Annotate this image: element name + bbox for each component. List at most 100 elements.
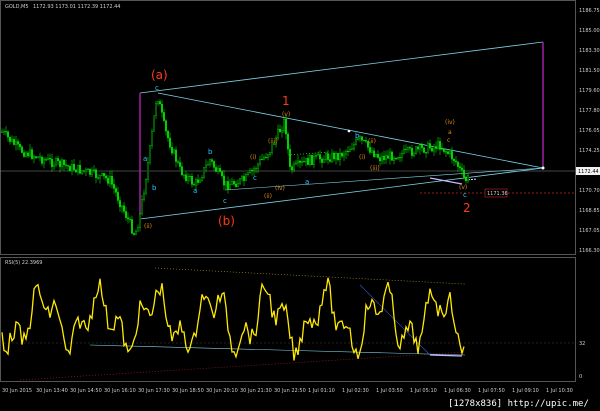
candle-body: [159, 101, 161, 105]
candle-body: [297, 160, 299, 164]
candle-body: [79, 165, 81, 174]
candle-body: [47, 158, 49, 160]
candle-body: [255, 168, 257, 170]
candle-body: [109, 176, 111, 184]
candle-body: [375, 154, 377, 157]
candle-body: [21, 146, 23, 153]
candle-body: [389, 151, 391, 159]
rsi-arrow: [429, 354, 463, 357]
candle-body: [363, 139, 365, 141]
candle-body: [439, 141, 441, 150]
candle-body: [383, 155, 385, 160]
wave-label-a-big: (a): [151, 68, 168, 82]
candle-body: [17, 141, 19, 145]
candle-body: [9, 136, 11, 142]
candle-body: [261, 159, 263, 161]
candle-body: [173, 149, 175, 154]
candle-body: [271, 143, 273, 153]
wave-label-2: 2: [463, 201, 471, 215]
wave-label-ii-b: (ii): [264, 193, 272, 200]
candle-body: [327, 153, 329, 160]
candle-body: [155, 103, 157, 116]
candle-body: [341, 152, 343, 157]
candle-body: [165, 120, 167, 132]
candle-body: [263, 156, 265, 160]
candle-body: [433, 146, 435, 152]
candle-body: [143, 192, 145, 200]
candle-body: [369, 147, 371, 153]
candle-body: [379, 157, 381, 162]
candle-body: [53, 164, 55, 167]
candle-body: [365, 140, 367, 142]
time-axis-label: 30 Jun 13:40: [36, 388, 68, 394]
price-axis-label: 1177.80: [579, 108, 600, 114]
time-axis-label: 1 Jul 10:30: [546, 388, 573, 394]
candle-body: [305, 158, 307, 163]
candle-body: [189, 176, 191, 178]
candle-body: [381, 155, 383, 162]
price-chart[interactable]: GOLD,M5 1172.93 1173.01 1172.39 1172.44 …: [0, 0, 600, 411]
candle-body: [219, 168, 221, 172]
wave-label-ii: (ii): [144, 223, 152, 230]
wave-label-c-end: c: [463, 191, 467, 199]
candlestick-series: [1, 99, 469, 236]
candle-body: [121, 205, 123, 208]
wave-label-b2: b: [208, 148, 213, 156]
candle-body: [71, 164, 73, 172]
candle-body: [425, 152, 427, 154]
wave-label-a1: a: [143, 155, 147, 163]
candle-body: [279, 128, 281, 133]
candle-body: [241, 176, 243, 179]
candle-body: [217, 168, 219, 172]
rsi-line: [1, 277, 465, 361]
candle-body: [443, 148, 445, 152]
candle-body: [317, 154, 319, 156]
watermark: [1278x836] http://upic.me/: [448, 399, 589, 409]
candle-body: [211, 159, 213, 162]
candle-body: [19, 144, 21, 148]
candle-body: [97, 177, 99, 179]
candle-body: [163, 112, 165, 121]
candle-body: [343, 153, 345, 157]
candle-body: [171, 147, 173, 154]
time-axis-label: 30 Jun 22:50: [274, 388, 306, 394]
rsi-lower-trend: [19, 351, 466, 381]
candle-body: [181, 166, 183, 176]
candle-body: [233, 181, 235, 185]
candle-body: [311, 154, 313, 165]
wave-label-c1: c: [253, 174, 257, 182]
candle-body: [99, 175, 101, 179]
candle-body: [303, 161, 305, 163]
time-axis-label: 1 Jul 06:30: [444, 388, 471, 394]
candle-body: [197, 179, 199, 183]
price-axis-label: 1181.50: [579, 68, 600, 74]
candle-body: [285, 119, 287, 135]
candle-body: [187, 176, 189, 181]
candle-body: [339, 152, 341, 161]
candle-body: [49, 158, 51, 160]
candle-body: [371, 150, 373, 153]
candle-body: [415, 146, 417, 154]
wave-label-ii-c: (ii): [368, 138, 376, 145]
price-axis-label: 1168.85: [579, 208, 600, 214]
candle-body: [399, 157, 401, 159]
candle-body: [131, 219, 133, 234]
candle-body: [209, 159, 211, 165]
candle-body: [435, 146, 437, 149]
price-axis-label: 1167.05: [579, 228, 600, 234]
candle-body: [15, 141, 17, 145]
candle-body: [147, 161, 149, 180]
wave-label-i-b: (i): [359, 154, 365, 161]
candle-body: [37, 156, 39, 159]
candle-body: [333, 152, 335, 160]
candle-body: [457, 161, 459, 167]
candle-body: [413, 153, 415, 156]
candle-body: [45, 159, 47, 161]
candle-body: [29, 149, 31, 157]
candle-body: [65, 164, 67, 166]
candle-body: [57, 158, 59, 162]
candle-body: [117, 192, 119, 201]
candle-body: [319, 154, 321, 160]
candle-body: [115, 188, 117, 193]
candle-body: [451, 151, 453, 160]
